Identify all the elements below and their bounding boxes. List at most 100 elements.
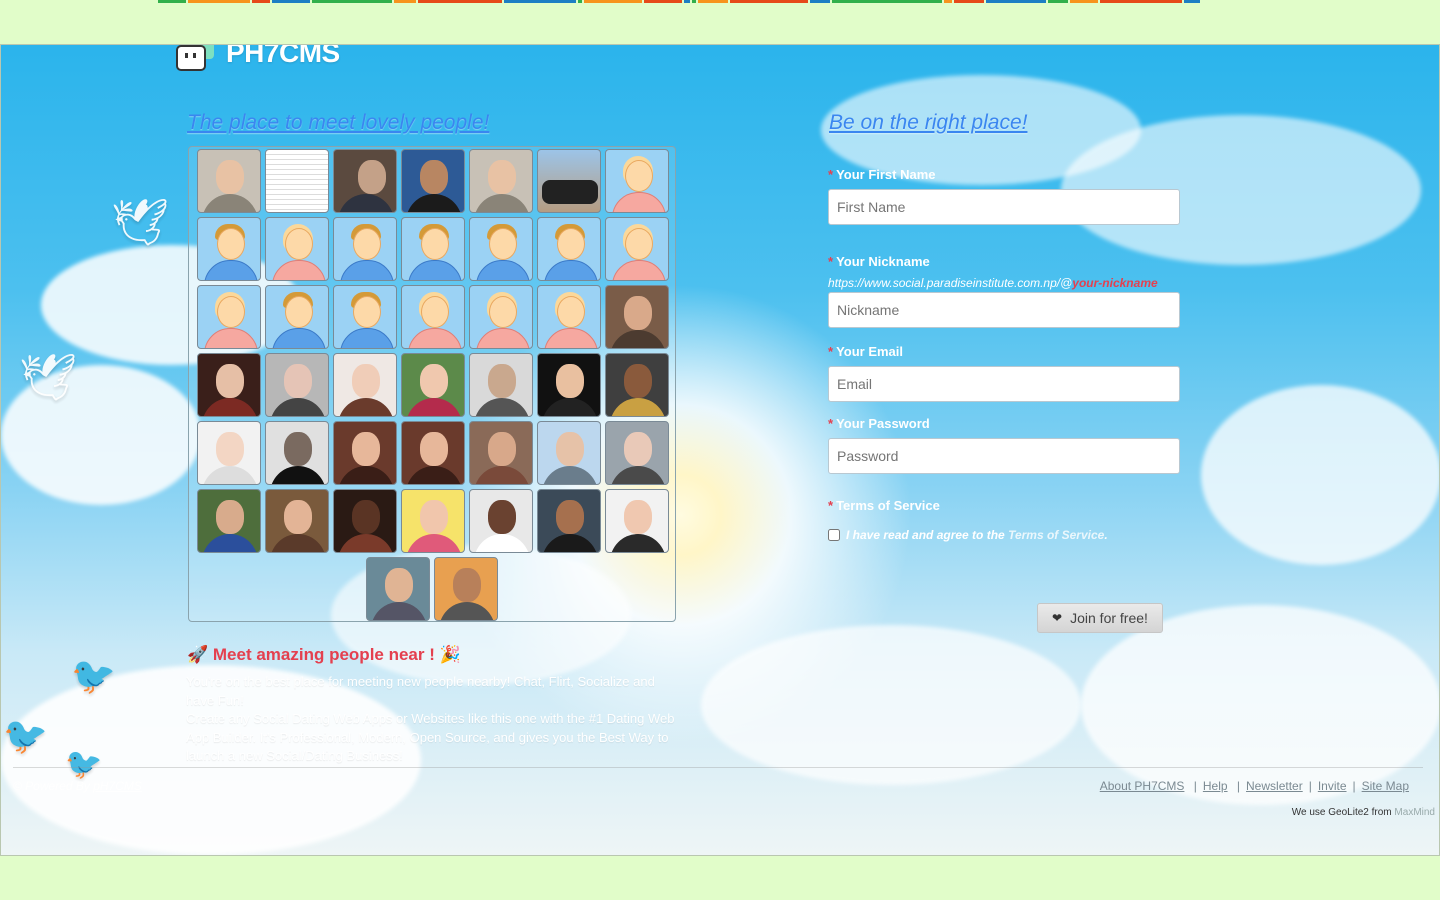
member-avatar[interactable] bbox=[401, 421, 465, 485]
stripe-segment bbox=[272, 0, 310, 3]
stripe-segment bbox=[584, 0, 642, 3]
intro-description: You're on the best place for meeting new… bbox=[186, 665, 681, 766]
bird-decoration: 🐦 bbox=[3, 716, 48, 757]
stripe-segment bbox=[944, 0, 952, 3]
signup-form: *Your First Name *Your Nickname https://… bbox=[828, 165, 1188, 542]
join-button-label: Join for free! bbox=[1070, 610, 1148, 626]
stripe-segment bbox=[158, 0, 186, 3]
right-section-title[interactable]: Be on the right place! bbox=[829, 111, 1027, 135]
member-avatar[interactable] bbox=[537, 421, 601, 485]
member-avatar[interactable] bbox=[333, 353, 397, 417]
member-avatar[interactable] bbox=[333, 421, 397, 485]
footer-links: About PH7CMS | Help | Newsletter | Invite… bbox=[1099, 779, 1409, 793]
member-avatar[interactable] bbox=[605, 149, 669, 213]
member-avatar[interactable] bbox=[265, 421, 329, 485]
member-avatar[interactable] bbox=[605, 217, 669, 281]
member-avatar[interactable] bbox=[537, 489, 601, 553]
stripe-segment bbox=[1048, 0, 1068, 3]
cloud-decoration bbox=[1081, 605, 1439, 805]
first-name-input[interactable] bbox=[828, 189, 1180, 225]
footer-link-sitemap[interactable]: Site Map bbox=[1362, 779, 1409, 793]
member-avatar[interactable] bbox=[401, 489, 465, 553]
stripe-segment bbox=[698, 0, 728, 3]
terms-link[interactable]: Terms of Service bbox=[1008, 528, 1104, 542]
bird-decoration: 🕊 bbox=[111, 195, 170, 249]
intro-paragraph-1: You're on the best place for meeting new… bbox=[186, 674, 655, 708]
logo-text: PH7CMS bbox=[226, 44, 340, 68]
member-avatar[interactable] bbox=[605, 421, 669, 485]
member-avatar[interactable] bbox=[469, 285, 533, 349]
main-stage: 🕊 🕊 🐦 🐦 🐦 PH7CMS The place to meet lovel… bbox=[0, 44, 1440, 856]
stripe-segment bbox=[954, 0, 984, 3]
member-avatar[interactable] bbox=[197, 285, 261, 349]
member-avatar[interactable] bbox=[605, 489, 669, 553]
member-avatar[interactable] bbox=[197, 149, 261, 213]
member-avatar[interactable] bbox=[333, 285, 397, 349]
terms-text: I have read and agree to the bbox=[846, 528, 1005, 542]
member-avatar[interactable] bbox=[265, 149, 329, 213]
member-avatar[interactable] bbox=[401, 217, 465, 281]
heart-icon: ❤ bbox=[1052, 611, 1063, 625]
terms-label: * Terms of Service bbox=[828, 498, 940, 513]
member-avatar[interactable] bbox=[401, 149, 465, 213]
member-avatar[interactable] bbox=[469, 217, 533, 281]
stripe-segment bbox=[832, 0, 942, 3]
stripe-segment bbox=[188, 0, 250, 3]
member-avatar[interactable] bbox=[434, 557, 498, 621]
member-avatar[interactable] bbox=[333, 149, 397, 213]
avatar-grid bbox=[197, 149, 677, 625]
cloud-decoration bbox=[1201, 385, 1439, 565]
stripe-segment bbox=[1070, 0, 1098, 3]
geolite-credit: We use GeoLite2 from MaxMind bbox=[1291, 807, 1435, 818]
bird-decoration: 🕊 bbox=[19, 350, 78, 404]
member-avatar[interactable] bbox=[333, 217, 397, 281]
member-avatar[interactable] bbox=[197, 217, 261, 281]
stripe-segment bbox=[1184, 0, 1200, 3]
member-avatar[interactable] bbox=[265, 353, 329, 417]
member-avatar[interactable] bbox=[366, 557, 430, 621]
stripe-segment bbox=[1100, 0, 1182, 3]
member-avatar[interactable] bbox=[469, 149, 533, 213]
logo-icon bbox=[176, 45, 216, 71]
maxmind-link[interactable]: MaxMind bbox=[1394, 807, 1435, 818]
footer-link-about[interactable]: About PH7CMS bbox=[1100, 779, 1185, 793]
terms-checkbox[interactable] bbox=[828, 529, 840, 541]
nickname-label: * Your Nickname bbox=[828, 254, 930, 269]
stripe-segment bbox=[692, 0, 696, 3]
member-avatar[interactable] bbox=[197, 421, 261, 485]
meet-people-heading: 🚀 Meet amazing people near ! 🎉 bbox=[187, 645, 461, 664]
member-avatar[interactable] bbox=[469, 421, 533, 485]
member-avatar[interactable] bbox=[537, 149, 601, 213]
site-logo[interactable]: PH7CMS bbox=[176, 44, 340, 71]
stripe-segment bbox=[394, 0, 416, 3]
member-avatar[interactable] bbox=[537, 285, 601, 349]
member-avatar[interactable] bbox=[469, 353, 533, 417]
email-input[interactable] bbox=[828, 366, 1180, 402]
member-avatar[interactable] bbox=[197, 489, 261, 553]
member-avatar[interactable] bbox=[537, 353, 601, 417]
stripe-segment bbox=[504, 0, 576, 3]
member-avatar[interactable] bbox=[265, 217, 329, 281]
footer-link-newsletter[interactable]: Newsletter bbox=[1246, 779, 1303, 793]
member-avatar[interactable] bbox=[605, 353, 669, 417]
stripe-segment bbox=[644, 0, 682, 3]
left-section-title[interactable]: The place to meet lovely people! bbox=[187, 111, 489, 135]
stripe-segment bbox=[578, 0, 582, 3]
join-button[interactable]: ❤ Join for free! bbox=[1037, 603, 1163, 633]
member-avatar[interactable] bbox=[401, 353, 465, 417]
member-avatar[interactable] bbox=[537, 217, 601, 281]
nickname-input[interactable] bbox=[828, 292, 1180, 328]
member-avatar[interactable] bbox=[401, 285, 465, 349]
password-input[interactable] bbox=[828, 438, 1180, 474]
footer-divider bbox=[13, 767, 1423, 768]
footer-link-help[interactable]: Help bbox=[1203, 779, 1228, 793]
member-avatar[interactable] bbox=[333, 489, 397, 553]
member-avatar[interactable] bbox=[605, 285, 669, 349]
password-label: * Your Password bbox=[828, 416, 930, 431]
member-avatar[interactable] bbox=[265, 489, 329, 553]
copyright-link[interactable]: pH7CMS bbox=[93, 779, 142, 793]
member-avatar[interactable] bbox=[197, 353, 261, 417]
footer-link-invite[interactable]: Invite bbox=[1318, 779, 1347, 793]
member-avatar[interactable] bbox=[265, 285, 329, 349]
member-avatar[interactable] bbox=[469, 489, 533, 553]
